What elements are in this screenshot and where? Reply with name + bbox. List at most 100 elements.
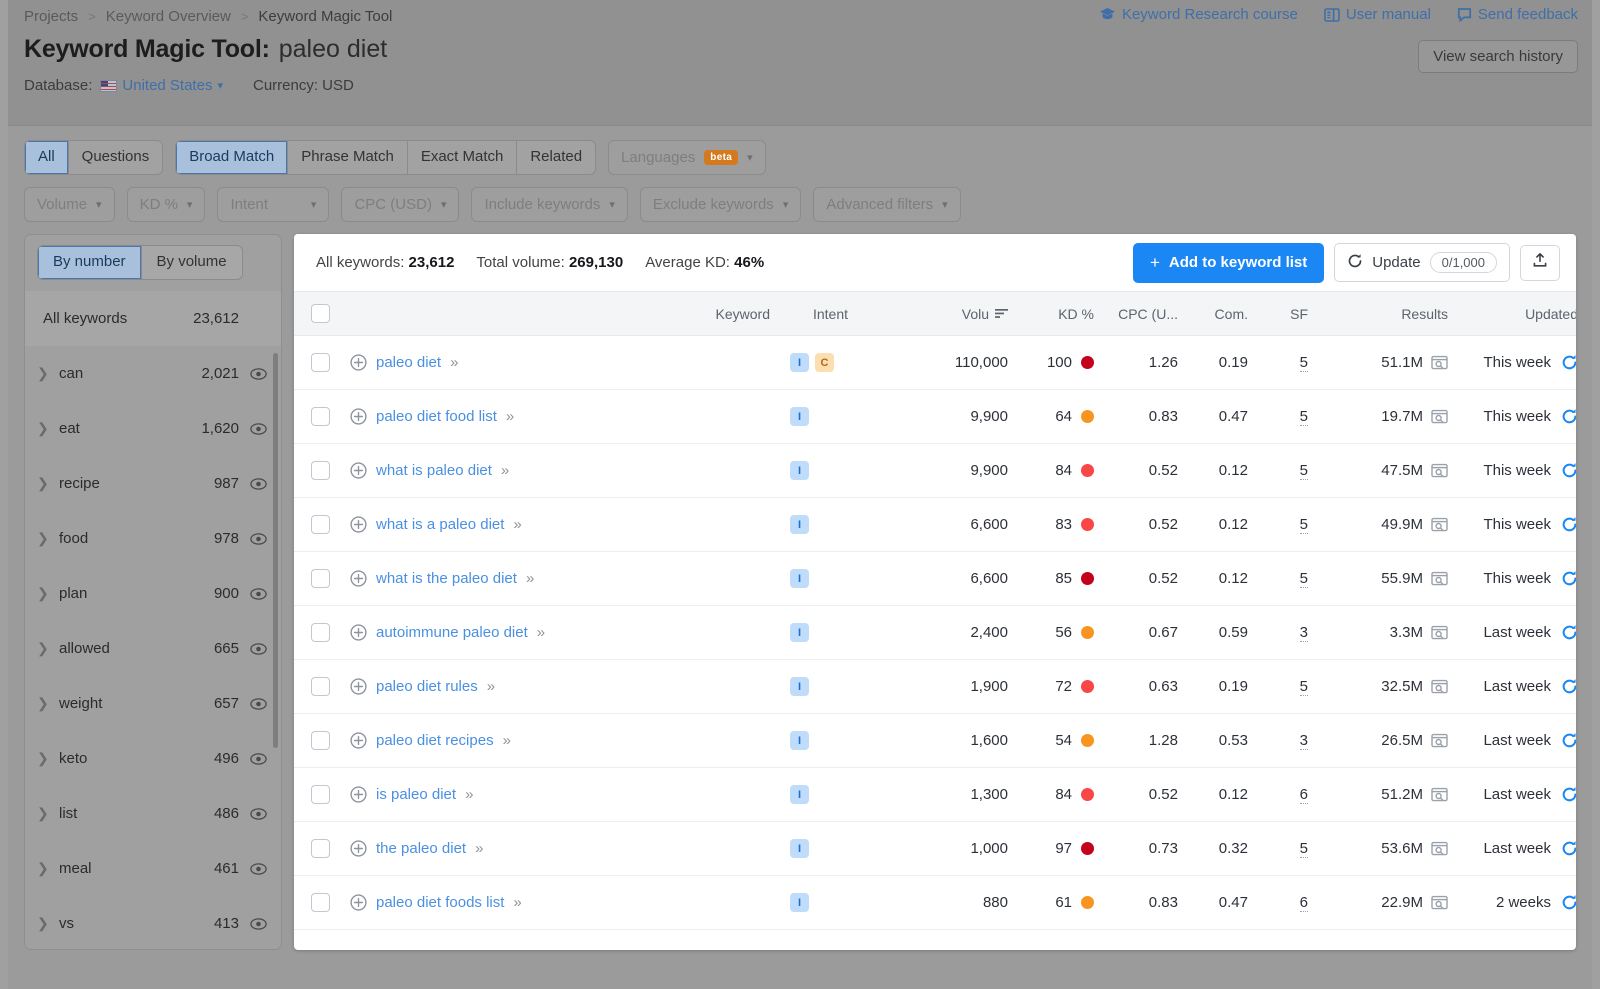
add-keyword-icon[interactable] xyxy=(350,570,367,587)
table-row[interactable]: what is paleo diet » I 9,900 84 0.52 0.12 5 47.5… xyxy=(294,443,1576,498)
filter-intent[interactable]: Intent ▾ xyxy=(217,187,330,222)
intent-badge-i[interactable]: I xyxy=(790,353,809,372)
chevron-right-icon[interactable]: ❯ xyxy=(37,640,59,657)
breadcrumb-item-keyword-overview[interactable]: Keyword Overview xyxy=(106,8,231,25)
sidebar-group-row[interactable]: ❯ vs 413 xyxy=(25,896,281,950)
sf-value[interactable]: 5 xyxy=(1299,840,1308,858)
row-checkbox[interactable] xyxy=(311,515,330,534)
keyword-link[interactable]: paleo diet xyxy=(376,354,441,371)
chevron-right-icon[interactable]: ❯ xyxy=(37,365,59,382)
row-checkbox[interactable] xyxy=(311,731,330,750)
filter-kd[interactable]: KD % ▾ xyxy=(126,187,206,222)
sf-value[interactable]: 5 xyxy=(1299,354,1308,372)
chevron-double-right-icon[interactable]: » xyxy=(513,894,521,911)
chevron-right-icon[interactable]: ❯ xyxy=(37,420,59,437)
chevron-double-right-icon[interactable]: » xyxy=(503,732,511,749)
chevron-right-icon[interactable]: ❯ xyxy=(37,475,59,492)
chevron-double-right-icon[interactable]: » xyxy=(506,408,514,425)
row-select-cell[interactable] xyxy=(294,497,340,552)
add-keyword-icon[interactable] xyxy=(350,624,367,641)
export-button[interactable] xyxy=(1520,244,1560,281)
serp-preview-icon[interactable] xyxy=(1431,355,1448,370)
row-checkbox[interactable] xyxy=(311,839,330,858)
sidebar-toggle-by-number[interactable]: By number xyxy=(38,246,142,279)
intent-badge-i[interactable]: I xyxy=(790,461,809,480)
keyword-link[interactable]: is paleo diet xyxy=(376,786,456,803)
sidebar-group-row[interactable]: ❯ food 978 xyxy=(25,511,281,566)
column-header-updated[interactable]: Updated xyxy=(1458,291,1576,336)
refresh-icon[interactable] xyxy=(1561,840,1576,857)
sf-value[interactable]: 5 xyxy=(1299,570,1308,588)
intent-badge-i[interactable]: I xyxy=(790,893,809,912)
row-checkbox[interactable] xyxy=(311,623,330,642)
refresh-icon[interactable] xyxy=(1561,624,1576,641)
add-keyword-icon[interactable] xyxy=(350,894,367,911)
sf-value[interactable]: 3 xyxy=(1299,732,1308,750)
keyword-research-course-link[interactable]: Keyword Research course xyxy=(1099,6,1298,23)
row-select-cell[interactable] xyxy=(294,389,340,444)
add-keyword-icon[interactable] xyxy=(350,840,367,857)
sidebar-scrollbar[interactable] xyxy=(273,352,278,748)
column-header-cpc[interactable]: CPC (U... xyxy=(1104,291,1188,336)
eye-icon[interactable] xyxy=(239,585,267,602)
row-select-cell[interactable] xyxy=(294,713,340,768)
select-all-checkbox[interactable] xyxy=(311,304,330,323)
keyword-link[interactable]: paleo diet recipes xyxy=(376,732,494,749)
table-row[interactable]: is paleo diet » I 1,300 84 0.52 0.12 6 51.2M Last… xyxy=(294,767,1576,822)
row-select-cell[interactable] xyxy=(294,875,340,930)
eye-icon[interactable] xyxy=(239,915,267,932)
chevron-double-right-icon[interactable]: » xyxy=(475,840,483,857)
user-manual-link[interactable]: User manual xyxy=(1324,6,1431,23)
row-checkbox[interactable] xyxy=(311,461,330,480)
add-keyword-icon[interactable] xyxy=(350,462,367,479)
column-header-keyword[interactable]: Keyword xyxy=(340,291,780,336)
add-keyword-icon[interactable] xyxy=(350,408,367,425)
refresh-icon[interactable] xyxy=(1561,354,1576,371)
tab-related[interactable]: Related xyxy=(517,141,595,174)
row-checkbox[interactable] xyxy=(311,677,330,696)
add-keyword-icon[interactable] xyxy=(350,678,367,695)
serp-preview-icon[interactable] xyxy=(1431,841,1448,856)
table-row[interactable]: paleo diet rules » I 1,900 72 0.63 0.19 5 32.5M L… xyxy=(294,659,1576,714)
keyword-link[interactable]: what is the paleo diet xyxy=(376,570,517,587)
sidebar-group-row[interactable]: ❯ list 486 xyxy=(25,786,281,841)
keyword-link[interactable]: what is a paleo diet xyxy=(376,516,504,533)
table-row[interactable]: paleo diet» I C 110,000 100 1.26 0.19 5 51.1M Thi… xyxy=(294,335,1576,390)
column-header-intent[interactable]: Intent xyxy=(780,291,858,336)
chevron-double-right-icon[interactable]: » xyxy=(513,516,521,533)
send-feedback-link[interactable]: Send feedback xyxy=(1457,6,1578,23)
serp-preview-icon[interactable] xyxy=(1431,571,1448,586)
eye-icon[interactable] xyxy=(239,860,267,877)
sidebar-group-row[interactable]: ❯ eat 1,620 xyxy=(25,401,281,456)
table-row[interactable]: autoimmune paleo diet » I 2,400 56 0.67 0.59 3 3… xyxy=(294,605,1576,660)
tab-broad-match[interactable]: Broad Match xyxy=(176,141,289,174)
add-keyword-icon[interactable] xyxy=(350,354,367,371)
serp-preview-icon[interactable] xyxy=(1431,679,1448,694)
serp-preview-icon[interactable] xyxy=(1431,787,1448,802)
serp-preview-icon[interactable] xyxy=(1431,517,1448,532)
intent-badge-c[interactable]: C xyxy=(815,353,834,372)
keyword-link[interactable]: paleo diet rules xyxy=(376,678,478,695)
select-all-header[interactable] xyxy=(294,291,340,336)
eye-icon[interactable] xyxy=(239,805,267,822)
eye-icon[interactable] xyxy=(239,420,267,437)
refresh-icon[interactable] xyxy=(1561,732,1576,749)
keyword-link[interactable]: paleo diet foods list xyxy=(376,894,504,911)
intent-badge-i[interactable]: I xyxy=(790,839,809,858)
row-checkbox[interactable] xyxy=(311,407,330,426)
row-select-cell[interactable] xyxy=(294,767,340,822)
tab-phrase-match[interactable]: Phrase Match xyxy=(288,141,408,174)
add-keyword-icon[interactable] xyxy=(350,516,367,533)
chevron-double-right-icon[interactable]: » xyxy=(465,786,473,803)
intent-badge-i[interactable]: I xyxy=(790,569,809,588)
chevron-double-right-icon[interactable]: » xyxy=(450,354,458,371)
table-row[interactable]: what is the paleo diet » I 6,600 85 0.52 0.12 5… xyxy=(294,551,1576,606)
add-keyword-icon[interactable] xyxy=(350,732,367,749)
intent-badge-i[interactable]: I xyxy=(790,515,809,534)
sidebar-toggle-by-volume[interactable]: By volume xyxy=(142,246,242,279)
table-row[interactable]: paleo diet food list » I 9,900 64 0.83 0.47 5 19… xyxy=(294,389,1576,444)
sidebar-item-all-keywords[interactable]: All keywords 23,612 xyxy=(25,290,281,346)
intent-badge-i[interactable]: I xyxy=(790,731,809,750)
view-search-history-button[interactable]: View search history xyxy=(1418,40,1578,73)
serp-preview-icon[interactable] xyxy=(1431,733,1448,748)
